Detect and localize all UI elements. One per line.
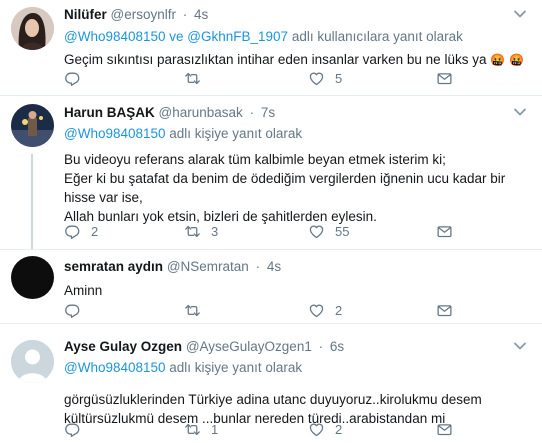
- reply-button[interactable]: [64, 419, 91, 439]
- tweet[interactable]: Ayse Gulay Ozgen @AyseGulayOzgen1 · 6s @…: [0, 324, 542, 443]
- avatar[interactable]: [11, 256, 54, 299]
- tweet-actions: 5: [64, 68, 504, 88]
- retweet-button[interactable]: [184, 300, 211, 320]
- author-handle[interactable]: @harunbasak: [159, 105, 243, 120]
- author-name[interactable]: Ayse Gulay Ozgen: [64, 339, 182, 354]
- emoji: 🤬: [490, 53, 506, 67]
- reply-context-label: adlı kullanıcılara yanıt olarak: [288, 29, 463, 44]
- like-count: 5: [335, 70, 343, 86]
- tweet-text-line: görgüsüzluklerinden Türkiye adina utanc …: [64, 392, 482, 407]
- reply-icon: [64, 302, 81, 319]
- envelope-icon: [436, 223, 453, 240]
- direct-message-button[interactable]: [436, 68, 453, 88]
- avatar[interactable]: [11, 340, 54, 383]
- reply-button[interactable]: [64, 300, 91, 320]
- tweet-timestamp[interactable]: 4s: [267, 259, 281, 274]
- direct-message-button[interactable]: [436, 300, 453, 320]
- tweet-text-line: Bu videoyu referans alarak tüm kalbimle …: [64, 152, 446, 167]
- chevron-down-icon[interactable]: [512, 106, 528, 118]
- tweet-text: Bu videoyu referans alarak tüm kalbimle …: [64, 150, 528, 226]
- reply-mention-link[interactable]: @Who98408150 ve @GkhnFB_1907: [64, 29, 288, 44]
- tweet-text-line: Eğer ki bu şatafat da benim de ödediğim …: [64, 171, 506, 186]
- heart-icon: [308, 421, 325, 438]
- retweet-button[interactable]: 1: [184, 419, 218, 439]
- like-button[interactable]: 5: [308, 68, 342, 88]
- retweet-icon: [184, 223, 201, 240]
- tweet[interactable]: Nilüfer @ersoynlfr · 4s @Who98408150 ve …: [0, 0, 542, 96]
- reply-context: @Who98408150 adlı kişiye yanıt olarak: [64, 125, 528, 143]
- tweet-header: semratan aydın @NSemratan · 4s: [64, 258, 528, 276]
- like-count: 55: [335, 223, 350, 239]
- retweet-count: 3: [211, 223, 219, 239]
- direct-message-button[interactable]: [436, 419, 453, 439]
- reply-mention-link[interactable]: @Who98408150: [64, 360, 166, 375]
- tweet-header: Ayse Gulay Ozgen @AyseGulayOzgen1 · 6s: [64, 338, 528, 356]
- chevron-down-icon[interactable]: [512, 8, 528, 20]
- tweet-text: Geçim sıkıntısı parasızlıktan intihar ed…: [64, 50, 528, 70]
- separator-dot: ·: [318, 339, 324, 354]
- author-name[interactable]: semratan aydın: [64, 259, 163, 274]
- heart-icon: [308, 223, 325, 240]
- envelope-icon: [436, 302, 453, 319]
- reply-context-label: adlı kişiye yanıt olarak: [165, 126, 303, 141]
- tweet-actions: 1 2: [64, 419, 504, 439]
- author-handle[interactable]: @ersoynlfr: [111, 7, 176, 22]
- separator-dot: ·: [249, 105, 255, 120]
- retweet-count: 1: [211, 421, 219, 437]
- emoji: 🤬: [508, 53, 524, 67]
- direct-message-button[interactable]: [436, 221, 453, 241]
- tweet-timestamp[interactable]: 4s: [194, 7, 208, 22]
- reply-mention-link[interactable]: @Who98408150: [64, 126, 166, 141]
- retweet-icon: [184, 70, 201, 87]
- tweet-timestamp[interactable]: 6s: [330, 339, 344, 354]
- like-button[interactable]: 55: [308, 221, 349, 241]
- reply-button[interactable]: 2: [64, 221, 98, 241]
- separator-dot: ·: [255, 259, 261, 274]
- like-button[interactable]: 2: [308, 300, 342, 320]
- like-count: 2: [335, 302, 343, 318]
- reply-context: @Who98408150 ve @GkhnFB_1907 adlı kullan…: [64, 28, 528, 46]
- envelope-icon: [436, 421, 453, 438]
- tweet-text-line: hisse var ise,: [64, 190, 143, 205]
- thread-line: [31, 154, 33, 249]
- tweet-header: Nilüfer @ersoynlfr · 4s: [64, 6, 528, 24]
- tweet-header: Harun BAŞAK @harunbasak · 7s: [64, 104, 528, 122]
- tweet-text-line: Aminn: [64, 283, 103, 298]
- reply-context-label: adlı kişiye yanıt olarak: [165, 360, 303, 375]
- envelope-icon: [436, 70, 453, 87]
- reply-icon: [64, 70, 81, 87]
- avatar[interactable]: [11, 104, 54, 147]
- tweet-actions: 2 3 55: [64, 221, 504, 241]
- reply-count: 2: [91, 223, 99, 239]
- like-button[interactable]: 2: [308, 419, 342, 439]
- retweet-button[interactable]: [184, 68, 211, 88]
- retweet-icon: [184, 421, 201, 438]
- reply-icon: [64, 421, 81, 438]
- author-name[interactable]: Nilüfer: [64, 7, 107, 22]
- separator-dot: ·: [182, 7, 188, 22]
- like-count: 2: [335, 421, 343, 437]
- tweet-actions: 2: [64, 300, 504, 320]
- tweet-text-line: Geçim sıkıntısı parasızlıktan intihar ed…: [64, 52, 487, 67]
- heart-icon: [308, 70, 325, 87]
- author-handle[interactable]: @AyseGulayOzgen1: [186, 339, 312, 354]
- author-name[interactable]: Harun BAŞAK: [64, 105, 155, 120]
- avatar[interactable]: [11, 7, 54, 50]
- tweet[interactable]: Harun BAŞAK @harunbasak · 7s @Who9840815…: [0, 96, 542, 249]
- reply-button[interactable]: [64, 68, 91, 88]
- chevron-down-icon[interactable]: [512, 340, 528, 352]
- author-handle[interactable]: @NSemratan: [167, 259, 249, 274]
- retweet-icon: [184, 302, 201, 319]
- reply-context: @Who98408150 adlı kişiye yanıt olarak: [64, 359, 528, 377]
- tweet[interactable]: semratan aydın @NSemratan · 4s Aminn 2: [0, 249, 542, 324]
- retweet-button[interactable]: 3: [184, 221, 218, 241]
- reply-icon: [64, 223, 81, 240]
- tweet-text: Aminn: [64, 281, 528, 300]
- tweet-timestamp[interactable]: 7s: [261, 105, 275, 120]
- heart-icon: [308, 302, 325, 319]
